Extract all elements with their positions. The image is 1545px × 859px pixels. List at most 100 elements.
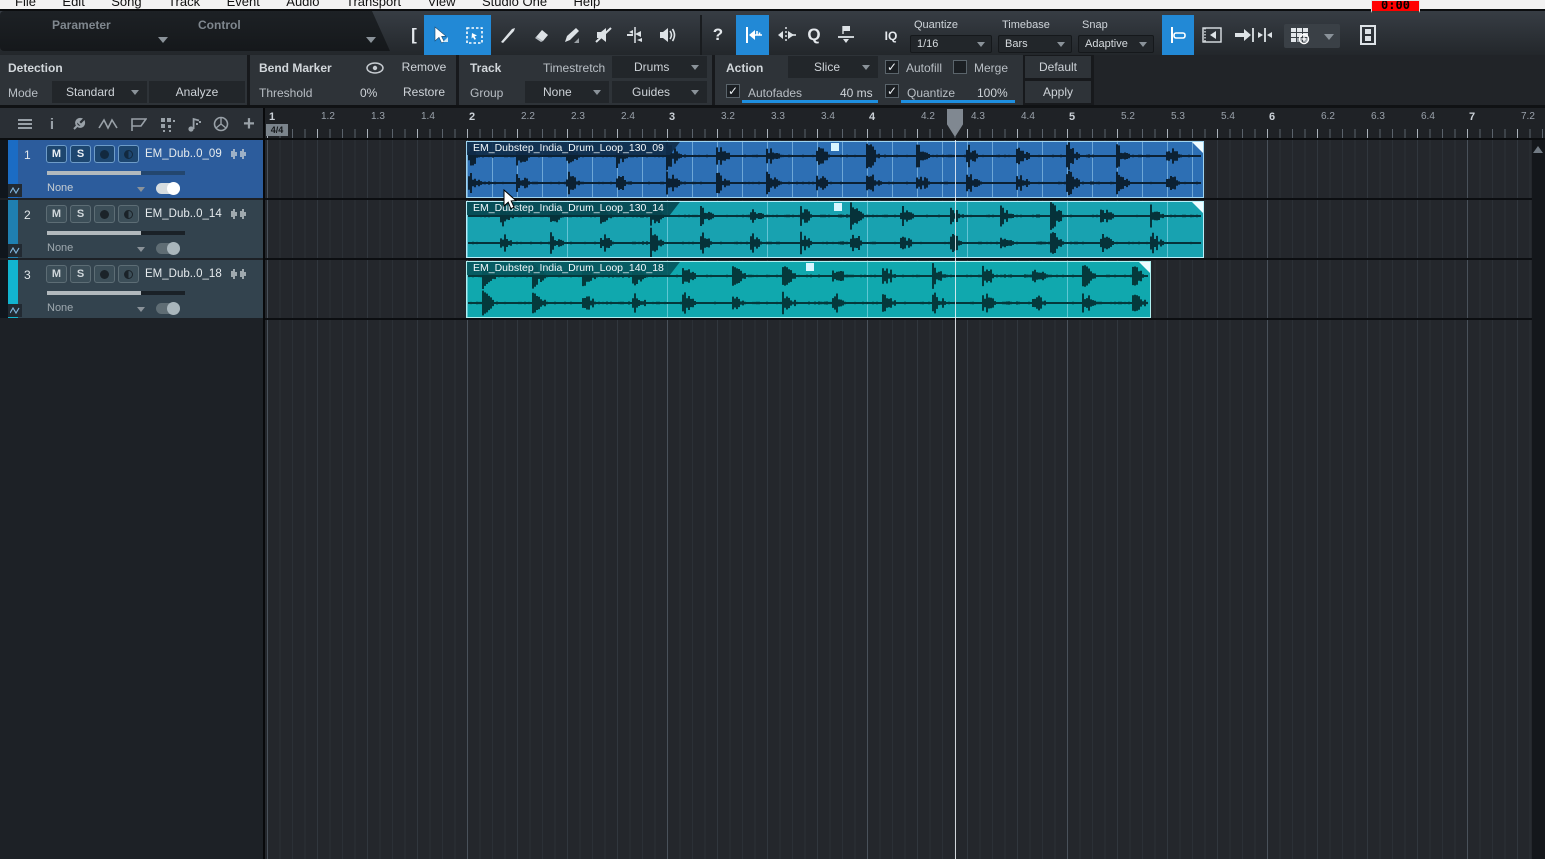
volume-slider[interactable]	[47, 171, 185, 175]
automation-icon[interactable]	[98, 114, 118, 134]
track-name[interactable]: EM_Dub..0_18	[145, 268, 222, 280]
arrange-grid[interactable]: EM_Dubstep_India_Drum_Loop_130_09 EM_Dub…	[265, 140, 1545, 859]
fade-out-handle[interactable]	[1192, 202, 1203, 213]
zoom-grid-icon[interactable]	[1290, 27, 1310, 45]
timebase-select[interactable]: Bars	[998, 35, 1072, 53]
action-select[interactable]: Slice	[788, 56, 878, 78]
apply-button[interactable]: Apply	[1025, 81, 1091, 103]
tool-wrench-icon[interactable]	[68, 114, 88, 134]
volume-slider[interactable]	[47, 231, 185, 235]
detection-mode-select[interactable]: Standard	[52, 81, 147, 103]
groove-note-icon[interactable]	[184, 114, 204, 134]
menu-audio[interactable]: Audio	[286, 0, 319, 9]
add-track-icon[interactable]: +	[239, 114, 259, 134]
bend-marker-handle[interactable]	[834, 203, 842, 211]
playhead-line[interactable]	[955, 140, 956, 859]
range-bracket-icon[interactable]: [	[404, 15, 424, 55]
automation-expand-button[interactable]	[8, 184, 22, 197]
monitor-button[interactable]	[118, 205, 139, 223]
track-name[interactable]: EM_Dub..0_09	[145, 148, 222, 160]
track-toggle[interactable]	[156, 303, 180, 314]
mute-button[interactable]: M	[46, 205, 67, 223]
send-select[interactable]: None	[47, 182, 73, 194]
merge-checkbox[interactable]: ✓	[953, 60, 967, 74]
solo-button[interactable]: S	[70, 145, 91, 163]
zoom-preset-dropdown-arrow-icon[interactable]	[1324, 34, 1334, 40]
menu-event[interactable]: Event	[227, 0, 260, 9]
help-tool-button[interactable]: ?	[704, 15, 732, 55]
snap-select[interactable]: Adaptive	[1078, 35, 1154, 53]
send-select[interactable]: None	[47, 242, 73, 254]
menu-transport[interactable]: Transport	[346, 0, 401, 9]
vertical-scrollbar[interactable]	[1532, 140, 1545, 859]
solo-button[interactable]: S	[70, 205, 91, 223]
pads-grid-icon[interactable]	[157, 114, 177, 134]
fade-out-handle[interactable]	[1192, 142, 1203, 153]
control-dropdown-arrow-icon[interactable]	[366, 37, 376, 43]
automation-expand-button[interactable]	[8, 304, 22, 317]
tempo-dial-icon[interactable]	[211, 114, 231, 134]
range-select-tool-button[interactable]	[457, 15, 491, 55]
automation-expand-button[interactable]	[8, 244, 22, 257]
track-toggle[interactable]	[156, 183, 180, 194]
menu-help[interactable]: Help	[574, 0, 601, 9]
send-dropdown-arrow-icon[interactable]	[137, 307, 145, 312]
flag-action-button[interactable]	[830, 15, 862, 55]
threshold-value[interactable]: 0%	[360, 86, 377, 100]
record-arm-button[interactable]	[94, 205, 115, 223]
arrow-tool-button[interactable]	[424, 15, 457, 55]
autofades-value[interactable]: 40 ms	[840, 86, 873, 100]
action-quantize-slider[interactable]	[901, 100, 1015, 103]
action-quantize-checkbox[interactable]: ✓	[885, 84, 899, 98]
mute-button[interactable]: M	[46, 145, 67, 163]
timeline-ruler[interactable]: 11.21.31.422.22.32.433.23.33.444.24.34.4…	[265, 108, 1545, 140]
parameter-dropdown-arrow-icon[interactable]	[158, 37, 168, 43]
quantize-tool-button[interactable]: Q	[800, 15, 828, 55]
monitor-button[interactable]	[118, 265, 139, 283]
action-quantize-value[interactable]: 100%	[977, 86, 1008, 100]
track-header[interactable]: 1 M S EM_Dub..0_09 None	[0, 140, 263, 198]
audio-clip[interactable]: EM_Dubstep_India_Drum_Loop_130_09	[466, 141, 1204, 198]
autofades-checkbox[interactable]: ✓	[726, 84, 740, 98]
listen-tool-button[interactable]	[652, 15, 684, 55]
audio-clip[interactable]: EM_Dubstep_India_Drum_Loop_140_18	[466, 261, 1151, 318]
group-select[interactable]: None	[525, 81, 609, 103]
bend-edit-tool-button[interactable]	[770, 15, 802, 55]
send-dropdown-arrow-icon[interactable]	[137, 247, 145, 252]
remove-bend-markers-button[interactable]: Remove	[393, 56, 455, 78]
paint-tool-button[interactable]	[556, 15, 588, 55]
bend-tool-button[interactable]	[620, 15, 652, 55]
mute-tool-button[interactable]	[588, 15, 620, 55]
send-dropdown-arrow-icon[interactable]	[137, 187, 145, 192]
eraser-tool-button[interactable]	[524, 15, 556, 55]
menu-song[interactable]: Song	[111, 0, 141, 9]
track-list-menu-icon[interactable]	[15, 114, 35, 134]
menu-studio-one[interactable]: Studio One	[482, 0, 547, 9]
record-arm-button[interactable]	[94, 145, 115, 163]
video-button[interactable]	[1352, 15, 1384, 55]
inspector-info-icon[interactable]: i	[42, 114, 62, 134]
fade-out-handle[interactable]	[1139, 262, 1150, 273]
guides-select[interactable]: Guides	[612, 81, 707, 103]
track-header[interactable]: 2 M S EM_Dub..0_14 None	[0, 200, 263, 258]
menu-view[interactable]: View	[428, 0, 456, 9]
bend-marker-handle[interactable]	[831, 143, 839, 151]
menu-track[interactable]: Track	[168, 0, 200, 9]
split-tool-button[interactable]	[492, 15, 524, 55]
autofill-checkbox[interactable]: ✓	[885, 60, 899, 74]
track-header[interactable]: 3 M S EM_Dub..0_18 None	[0, 260, 263, 318]
track-list-button[interactable]	[1196, 15, 1228, 55]
bend-marker-handle[interactable]	[806, 263, 814, 271]
marker-flag-icon[interactable]	[129, 114, 149, 134]
audio-clip[interactable]: EM_Dubstep_India_Drum_Loop_130_14	[466, 201, 1204, 258]
input-quantize-button[interactable]: IQ	[876, 25, 906, 47]
scroll-up-icon[interactable]	[1533, 146, 1543, 153]
bend-marker-tool-button[interactable]	[736, 15, 769, 55]
menu-edit[interactable]: Edit	[62, 0, 84, 9]
show-bend-markers-eye-icon[interactable]	[366, 62, 384, 74]
solo-button[interactable]: S	[70, 265, 91, 283]
default-button[interactable]: Default	[1025, 56, 1091, 78]
snap-to-cursor-button[interactable]	[1162, 15, 1194, 55]
track-toggle[interactable]	[156, 243, 180, 254]
record-arm-button[interactable]	[94, 265, 115, 283]
